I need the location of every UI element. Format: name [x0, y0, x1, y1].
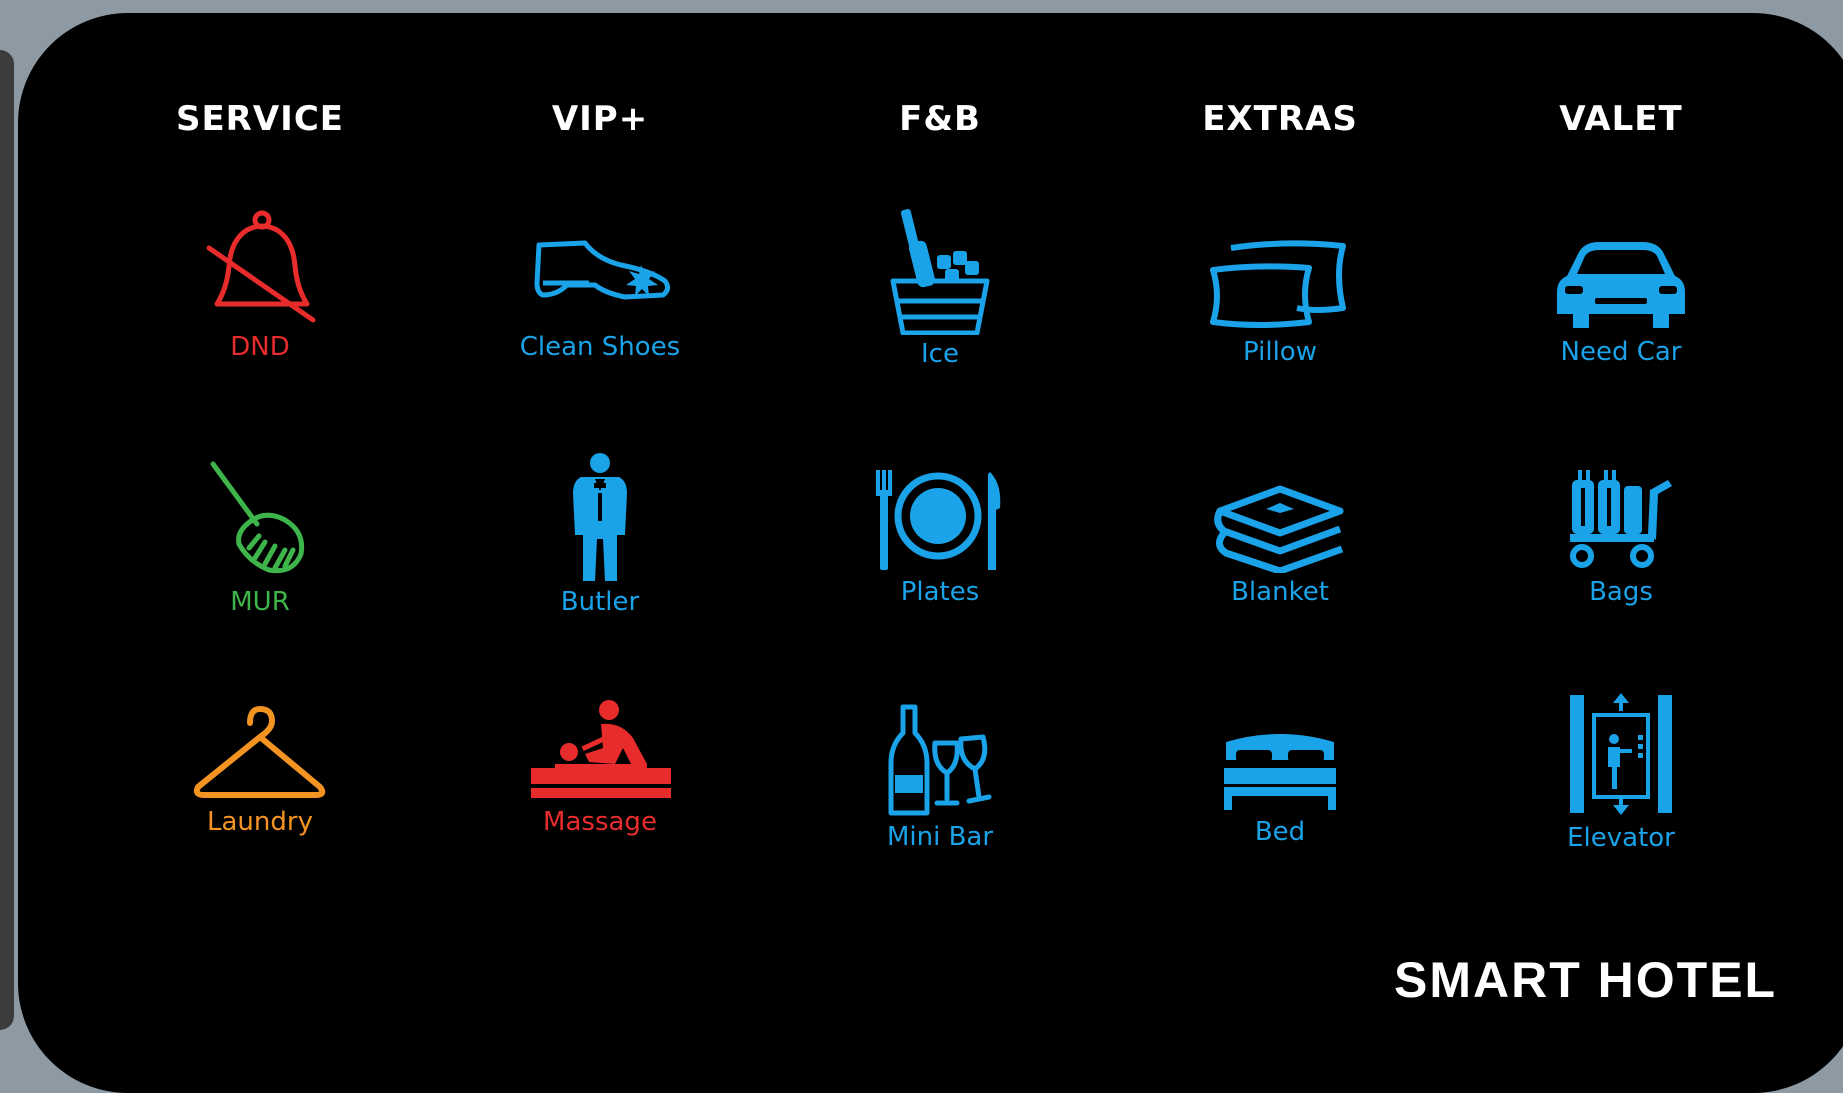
broom-icon: [110, 458, 410, 583]
massage-icon: [450, 698, 750, 803]
massage-label: Massage: [543, 807, 657, 837]
bed-button[interactable]: Bed: [1130, 728, 1430, 847]
hanger-icon: [110, 703, 410, 803]
butler-label: Butler: [560, 587, 640, 617]
butler-button[interactable]: Butler: [450, 453, 750, 617]
laundry-button[interactable]: Laundry: [110, 703, 410, 837]
column-title-valet: VALET: [1559, 99, 1683, 139]
mini-bar-label: Mini Bar: [886, 822, 994, 852]
butler-icon: [450, 453, 750, 583]
ice-button[interactable]: Ice: [790, 205, 1090, 369]
bed-label: Bed: [1254, 817, 1306, 847]
ice-bucket-icon: [790, 205, 1090, 335]
clean-shoes-label: Clean Shoes: [519, 332, 681, 362]
laundry-label: Laundry: [207, 807, 313, 837]
bags-button[interactable]: Bags: [1471, 468, 1771, 607]
adjacent-panel-edge: [0, 50, 14, 1030]
elevator-label: Elevator: [1567, 823, 1675, 853]
column-title-service: SERVICE: [175, 99, 345, 139]
bags-label: Bags: [1589, 577, 1653, 607]
pillow-label: Pillow: [1243, 337, 1317, 367]
ice-label: Ice: [921, 339, 959, 369]
bell-off-icon: [110, 208, 410, 328]
wine-glasses-icon: [790, 703, 1090, 818]
dnd-button[interactable]: DND: [110, 208, 410, 362]
dnd-label: DND: [230, 332, 290, 362]
massage-button[interactable]: Massage: [450, 698, 750, 837]
plates-label: Plates: [900, 577, 980, 607]
column-title-extras: EXTRAS: [1202, 99, 1358, 139]
elevator-button[interactable]: Elevator: [1471, 689, 1771, 853]
blanket-label: Blanket: [1231, 577, 1329, 607]
column-title-fnb: F&B: [899, 99, 981, 139]
need-car-button[interactable]: Need Car: [1471, 238, 1771, 367]
column-title-vip: VIP+: [551, 99, 649, 139]
blanket-icon: [1130, 483, 1430, 573]
elevator-icon: [1471, 689, 1771, 819]
smart-hotel-panel: SERVICE VIP+ F&B EXTRAS VALET DND Clean …: [18, 13, 1843, 1093]
pillow-icon: [1130, 238, 1430, 333]
plate-cutlery-icon: [790, 468, 1090, 573]
luggage-cart-icon: [1471, 468, 1771, 573]
shoe-icon: [450, 223, 750, 328]
clean-shoes-button[interactable]: Clean Shoes: [450, 223, 750, 362]
mur-button[interactable]: MUR: [110, 458, 410, 617]
mini-bar-button[interactable]: Mini Bar: [790, 703, 1090, 852]
brand-title: SMART HOTEL: [1394, 952, 1778, 1008]
need-car-label: Need Car: [1560, 337, 1682, 367]
mur-label: MUR: [230, 587, 290, 617]
blanket-button[interactable]: Blanket: [1130, 483, 1430, 607]
bed-icon: [1130, 728, 1430, 813]
car-icon: [1471, 238, 1771, 333]
plates-button[interactable]: Plates: [790, 468, 1090, 607]
pillow-button[interactable]: Pillow: [1130, 238, 1430, 367]
